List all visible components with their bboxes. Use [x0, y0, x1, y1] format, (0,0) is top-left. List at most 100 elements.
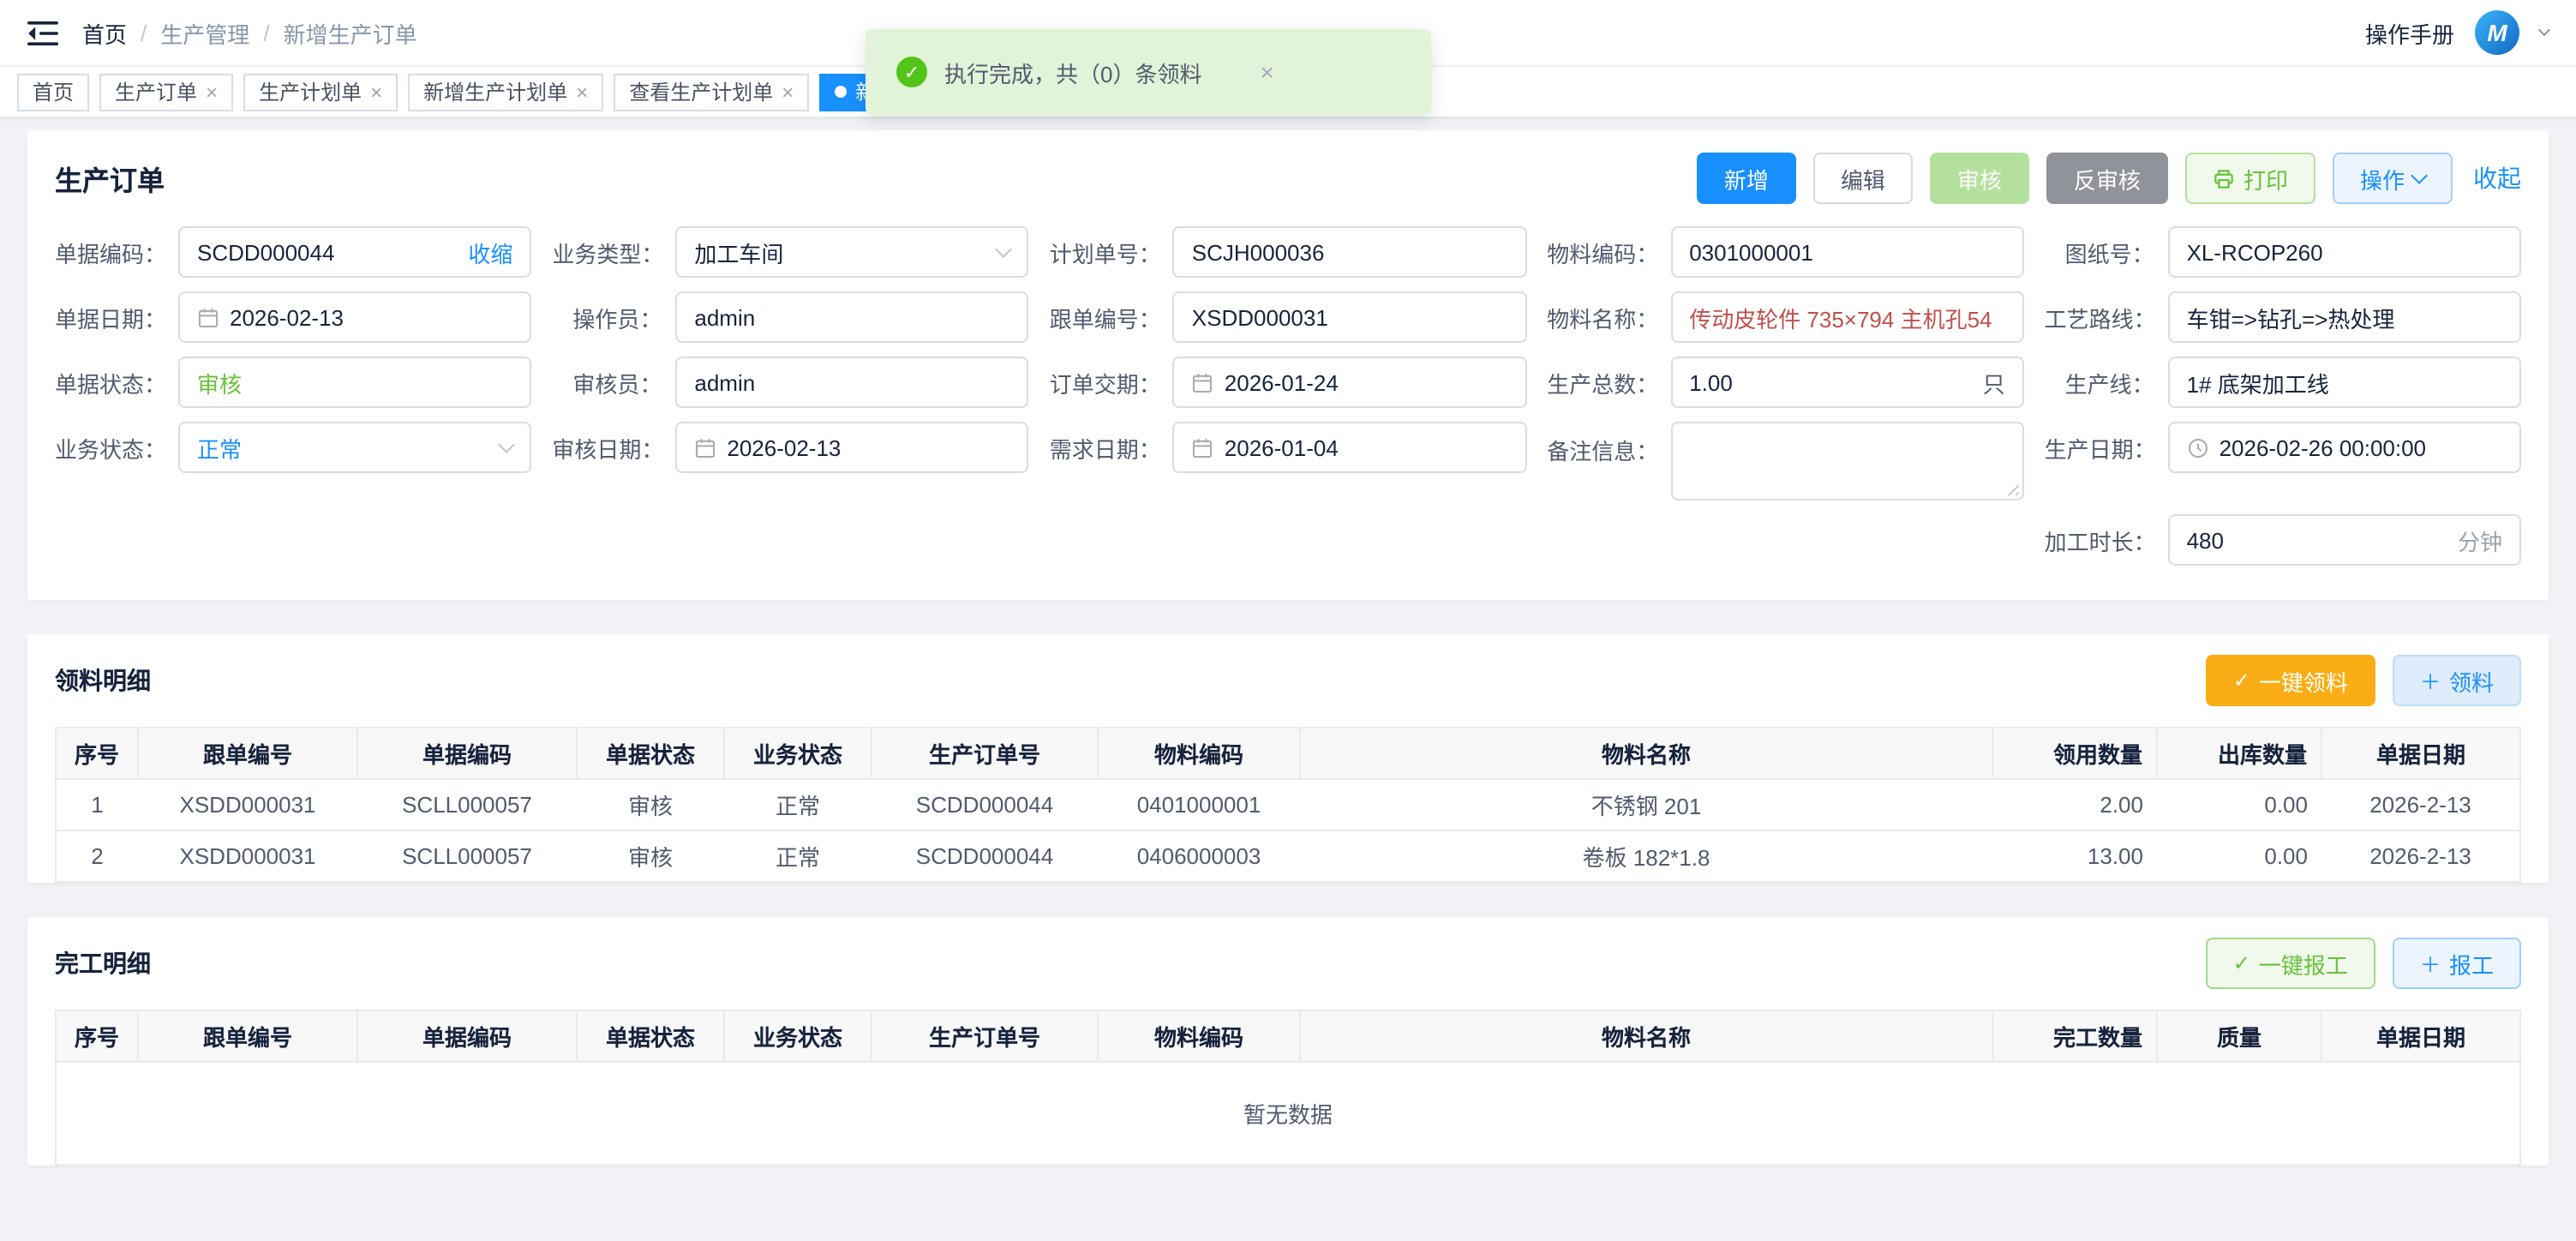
audit-date-picker[interactable]: 2026-02-13: [675, 422, 1028, 473]
auditor-input[interactable]: admin: [675, 357, 1028, 408]
tab-production-plan[interactable]: 生产计划单 ×: [243, 73, 398, 111]
shrink-link[interactable]: 收缩: [468, 236, 512, 268]
success-check-icon: ✓: [896, 57, 927, 87]
field-plan-no: 计划单号： SCJH000036: [1050, 226, 1526, 278]
material-code-input[interactable]: 0301000001: [1670, 226, 2023, 278]
cell-track-no: XSDD000031: [138, 830, 357, 882]
table-header-row: 序号 跟单编号 单据编码 单据状态 业务状态 生产订单号 物料编码 物料名称 领…: [56, 728, 2520, 779]
doc-status-input[interactable]: 审核: [178, 357, 531, 408]
field-drawing-no: 图纸号： XL-RCOP260: [2045, 226, 2521, 278]
field-delivery-date: 订单交期： 2026-01-24: [1050, 357, 1526, 408]
header-right: 操作手册 M: [2365, 10, 2549, 55]
field-prod-line: 生产线： 1# 底架加工线: [2045, 357, 2521, 408]
prod-date-picker[interactable]: 2026-02-26 00:00:00: [2168, 422, 2521, 473]
add-button[interactable]: 新增: [1697, 153, 1796, 204]
biz-status-select[interactable]: 正常: [178, 422, 531, 473]
order-form: 单据编码： SCDD000044 收缩 业务类型： 加工车间 计划单号：: [27, 219, 2549, 600]
check-icon: ✓: [2233, 951, 2250, 975]
col-header: 业务状态: [724, 1010, 872, 1062]
manual-link[interactable]: 操作手册: [2365, 16, 2454, 49]
remark-textarea[interactable]: [1670, 422, 2023, 501]
chevron-down-icon[interactable]: [2538, 24, 2550, 36]
edit-button[interactable]: 编辑: [1813, 153, 1913, 204]
add-report-button[interactable]: ＋ 报工: [2393, 938, 2521, 989]
col-header: 序号: [56, 1010, 138, 1062]
duration-input[interactable]: 480 分钟: [2168, 514, 2521, 566]
delivery-date-picker[interactable]: 2026-01-24: [1173, 357, 1526, 408]
demand-date-picker[interactable]: 2026-01-04: [1173, 422, 1526, 473]
avatar[interactable]: M: [2475, 10, 2519, 55]
field-label: 物料名称：: [1547, 301, 1670, 333]
completion-section: 完工明细 ✓ 一键报工 ＋ 报工: [27, 917, 2549, 1166]
chevron-down-icon: [996, 241, 1013, 258]
breadcrumb-separator: /: [141, 20, 147, 45]
breadcrumb-section[interactable]: 生产管理: [160, 16, 249, 49]
field-material-name: 物料名称： 传动皮轮件 735×794 主机孔54: [1547, 291, 2023, 343]
collapse-panel-link[interactable]: 收起: [2473, 161, 2521, 195]
completion-table: 序号 跟单编号 单据编码 单据状态 业务状态 生产订单号 物料编码 物料名称 完…: [55, 1010, 2521, 1166]
table-row[interactable]: 2 XSDD000031 SCLL000057 审核 正常 SCDD000044…: [56, 830, 2520, 882]
field-demand-date: 需求日期： 2026-01-04: [1050, 422, 1526, 473]
prod-line-input[interactable]: 1# 底架加工线: [2168, 357, 2521, 408]
biz-type-select[interactable]: 加工车间: [675, 226, 1028, 278]
button-label: 报工: [2449, 947, 2494, 980]
tab-view-production-plan[interactable]: 查看生产计划单 ×: [614, 73, 809, 111]
table-row[interactable]: 1 XSDD000031 SCLL000057 审核 正常 SCDD000044…: [56, 779, 2520, 830]
drawing-no-input[interactable]: XL-RCOP260: [2168, 226, 2521, 278]
col-header: 物料名称: [1300, 1010, 1992, 1062]
process-route-input[interactable]: 车钳=>钻孔=>热处理: [2168, 291, 2521, 343]
cell-biz-status: 正常: [724, 830, 872, 882]
tab-production-order[interactable]: 生产订单 ×: [99, 73, 233, 111]
field-audit-date: 审核日期： 2026-02-13: [552, 422, 1028, 473]
add-requisition-button[interactable]: ＋ 领料: [2393, 655, 2521, 706]
field-label: 跟单编号：: [1050, 301, 1173, 333]
print-button[interactable]: 打印: [2185, 153, 2315, 204]
col-header: 完工数量: [1992, 1010, 2157, 1062]
track-no-input[interactable]: XSDD000031: [1173, 291, 1526, 343]
col-header: 跟单编号: [138, 728, 357, 779]
total-qty-input[interactable]: 1.00 只: [1670, 357, 2023, 408]
field-label: 审核员：: [552, 366, 675, 399]
col-header: 领用数量: [1992, 728, 2157, 779]
col-header: 质量: [2157, 1010, 2321, 1062]
doc-code-link[interactable]: SCLL000057: [357, 830, 577, 882]
one-click-report-button[interactable]: ✓ 一键报工: [2206, 938, 2375, 989]
field-label: 单据状态：: [55, 366, 178, 399]
tab-home[interactable]: 首页: [17, 73, 89, 111]
close-icon[interactable]: ×: [370, 81, 382, 102]
one-click-requisition-button[interactable]: ✓ 一键领料: [2206, 655, 2375, 706]
field-label: 生产总数：: [1547, 366, 1670, 399]
plan-no-input[interactable]: SCJH000036: [1173, 226, 1526, 278]
cell-track-no: XSDD000031: [138, 779, 357, 830]
operations-dropdown-button[interactable]: 操作: [2333, 153, 2453, 204]
close-icon[interactable]: ×: [576, 81, 588, 102]
operator-input[interactable]: admin: [675, 291, 1028, 343]
col-header: 出库数量: [2157, 728, 2321, 779]
production-order-card: 生产订单 新增 编辑 审核 反审核 打印 操作: [27, 130, 2549, 600]
tab-new-production-plan[interactable]: 新增生产计划单 ×: [408, 73, 603, 111]
field-label: 计划单号：: [1050, 236, 1173, 268]
material-name-input[interactable]: 传动皮轮件 735×794 主机孔54: [1670, 291, 2023, 343]
cell-out-qty: 0.00: [2157, 830, 2321, 882]
doc-code-input[interactable]: SCDD000044 收缩: [178, 226, 531, 278]
plus-icon: ＋: [2420, 666, 2441, 695]
unit-label: 只: [1983, 366, 2005, 399]
order-actions: 新增 编辑 审核 反审核 打印 操作: [1697, 153, 2521, 204]
chevron-down-icon: [2411, 167, 2428, 184]
field-auditor: 审核员： admin: [552, 357, 1028, 408]
menu-fold-icon[interactable]: [27, 20, 58, 45]
button-label: 一键报工: [2259, 947, 2348, 980]
doc-date-picker[interactable]: 2026-02-13: [178, 291, 531, 343]
field-label: 操作员：: [552, 301, 675, 333]
breadcrumb-home[interactable]: 首页: [82, 16, 127, 49]
close-icon[interactable]: ×: [1260, 58, 1273, 86]
close-icon[interactable]: ×: [206, 81, 218, 102]
field-label: 单据日期：: [55, 301, 178, 333]
close-icon[interactable]: ×: [782, 81, 794, 102]
doc-code-link[interactable]: SCLL000057: [357, 779, 577, 830]
audit-button[interactable]: 审核: [1930, 153, 2029, 204]
unaudit-button[interactable]: 反审核: [2046, 153, 2168, 204]
field-doc-code: 单据编码： SCDD000044 收缩: [55, 226, 531, 278]
field-total-qty: 生产总数： 1.00 只: [1547, 357, 2023, 408]
field-biz-type: 业务类型： 加工车间: [552, 226, 1028, 278]
